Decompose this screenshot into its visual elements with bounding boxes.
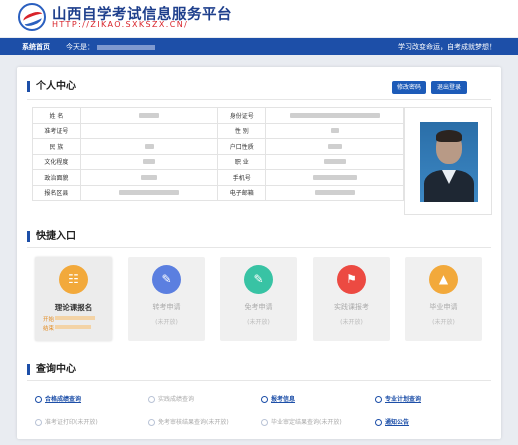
divider <box>27 99 491 100</box>
change-password-button[interactable]: 修改密码 <box>392 81 426 94</box>
table-row: 民 族 户口性质 <box>32 138 404 155</box>
circle-icon <box>35 396 42 403</box>
site-url: HTTP://ZIKAO.SXKSZX.CN/ <box>52 20 189 29</box>
query-link-admission-ticket-print[interactable]: 准考证打印(未开放) <box>35 417 98 426</box>
query-link-exam-info[interactable]: 报考信息 <box>261 394 295 403</box>
query-link-practical-scores[interactable]: 实践成绩查询 <box>148 394 194 403</box>
circle-icon <box>35 419 42 426</box>
card-practical-exam-registration[interactable]: ⚑ 实践课报考 (未开放) <box>313 257 390 341</box>
calendar-icon: ☷ <box>59 265 88 294</box>
circle-icon <box>261 419 268 426</box>
query-link-passed-scores[interactable]: 合格成绩查询 <box>35 394 81 403</box>
table-row: 文化程度 职 业 <box>32 153 404 170</box>
table-row: 报名区县 电子邮箱 <box>32 184 404 201</box>
main-panel: 个人中心 修改密码 退出登录 姓 名 身份证号 准考证号 性 别 民 族 户口性… <box>17 67 501 439</box>
today-date-value <box>97 44 155 50</box>
profile-photo-frame <box>404 107 492 215</box>
section-title-query-center: 查询中心 <box>27 364 76 375</box>
graduation-cap-icon: ▲ <box>429 265 458 294</box>
table-row: 准考证号 性 别 <box>32 122 404 139</box>
circle-icon <box>375 396 382 403</box>
section-title-quick-entry: 快捷入口 <box>27 231 76 242</box>
query-link-major-plan[interactable]: 专业计划查询 <box>375 394 421 403</box>
circle-icon <box>375 419 382 426</box>
nav-home-link[interactable]: 系统首页 <box>22 42 50 52</box>
query-link-exemption-result[interactable]: 免考审核结果查询(未开放) <box>148 417 229 426</box>
circle-icon <box>148 396 155 403</box>
query-link-graduation-result[interactable]: 毕业审定结果查询(未开放) <box>261 417 342 426</box>
table-row: 姓 名 身份证号 <box>32 107 404 124</box>
logout-button[interactable]: 退出登录 <box>431 81 467 94</box>
top-navbar: 系统首页 今天是： 学习改变命运，自考成就梦想！ <box>0 38 518 55</box>
circle-icon <box>148 419 155 426</box>
profile-info-table: 姓 名 身份证号 准考证号 性 别 民 族 户口性质 文化程度 职 业 政治面貌 <box>32 107 404 201</box>
query-link-notices[interactable]: 通知公告 <box>375 417 409 426</box>
site-header: 山西自学考试信息服务平台 HTTP://ZIKAO.SXKSZX.CN/ <box>0 0 518 37</box>
today-date: 今天是： <box>66 42 155 52</box>
card-exemption-application[interactable]: ✎ 免考申请 (未开放) <box>220 257 297 341</box>
document-edit-icon: ✎ <box>152 265 181 294</box>
nav-slogan: 学习改变命运，自考成就梦想！ <box>398 43 496 51</box>
card-graduation-application[interactable]: ▲ 毕业申请 (未开放) <box>405 257 482 341</box>
form-edit-icon: ✎ <box>244 265 273 294</box>
card-transfer-application[interactable]: ✎ 转考申请 (未开放) <box>128 257 205 341</box>
profile-photo <box>420 122 478 202</box>
circle-icon <box>261 396 268 403</box>
flag-icon: ⚑ <box>337 265 366 294</box>
table-row: 政治面貌 手机号 <box>32 169 404 186</box>
divider <box>27 380 491 381</box>
divider <box>27 247 491 248</box>
site-logo-icon <box>18 3 46 31</box>
section-title-profile: 个人中心 <box>27 81 76 92</box>
card-theory-exam-registration[interactable]: ☷ 理论课报名 开始 结束 <box>35 257 112 341</box>
